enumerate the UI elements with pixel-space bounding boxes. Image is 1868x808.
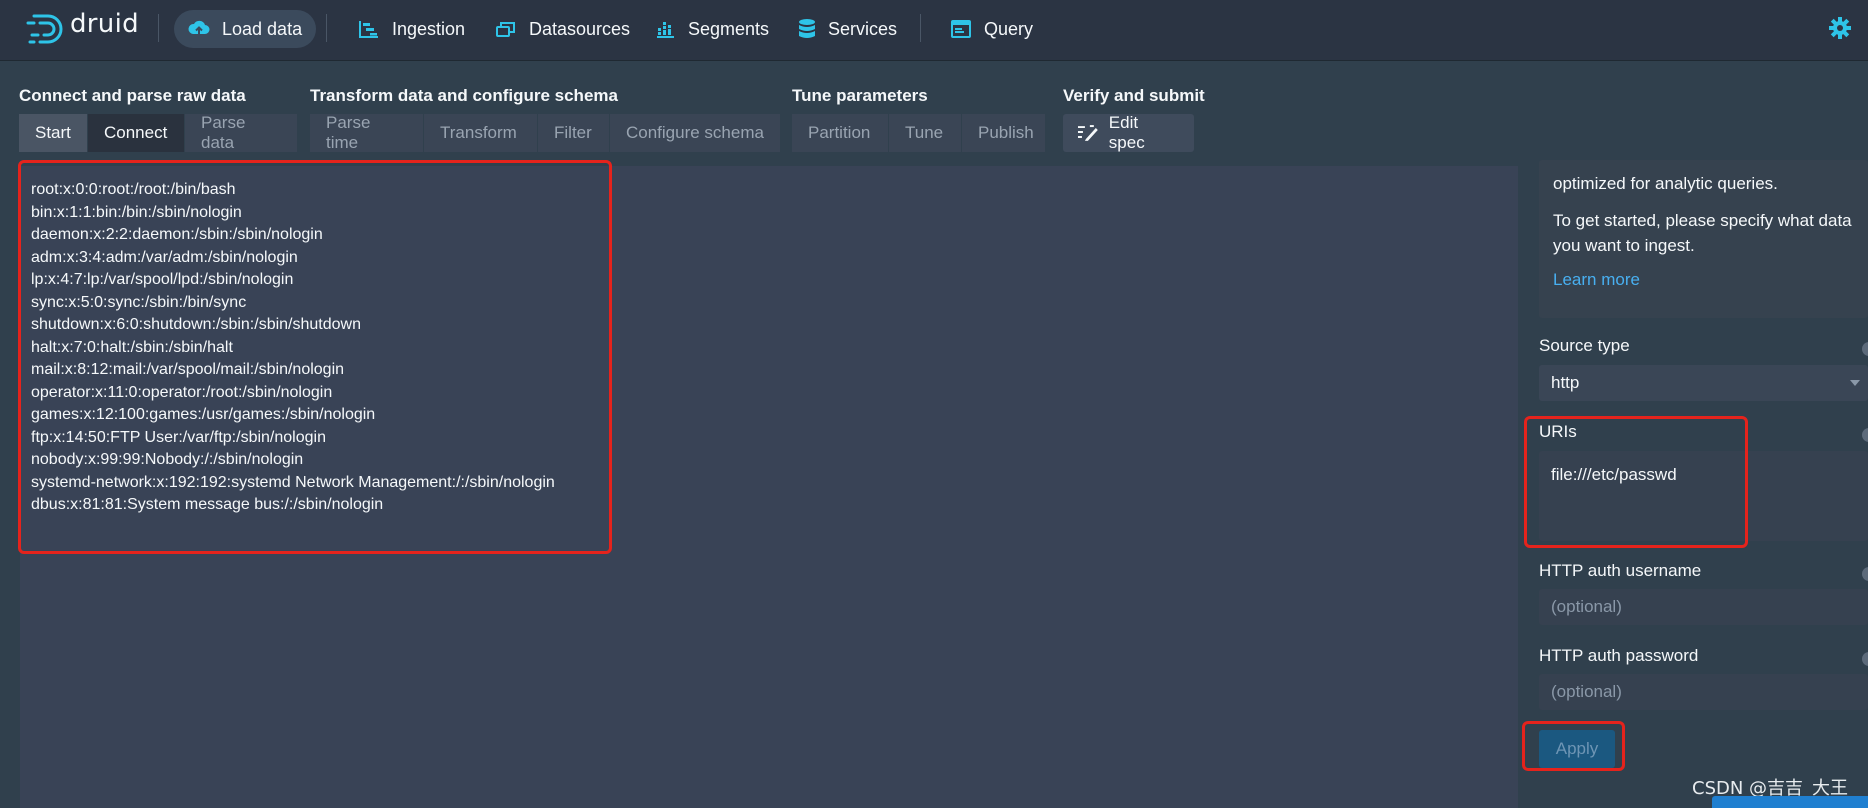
source-type-value: http	[1551, 373, 1580, 392]
info-text-1: optimized for analytic queries.	[1553, 174, 1778, 193]
tab-parse-time[interactable]: Parse time	[310, 113, 423, 152]
learn-more-link[interactable]: Learn more	[1553, 270, 1640, 290]
step-tabs-connect: Start Connect Parse data	[19, 113, 297, 152]
tab-configure-schema[interactable]: Configure schema	[610, 114, 780, 152]
step-tabs-transform: Parse time Transform Filter Configure sc…	[310, 113, 780, 152]
nav-divider	[158, 14, 159, 42]
nav-ingestion[interactable]: Ingestion	[344, 10, 479, 48]
nav-segments-label: Segments	[688, 18, 770, 39]
edit-spec-icon	[1077, 125, 1098, 141]
database-icon	[799, 19, 815, 38]
tab-publish[interactable]: Publish	[962, 114, 1045, 152]
chevron-down-icon	[1850, 380, 1860, 386]
highlight-box-uris	[1524, 416, 1748, 548]
step-tabs-tune: Partition Tune Publish	[792, 114, 1045, 152]
edit-spec-label: Edit spec	[1108, 113, 1145, 152]
source-type-label: Source type	[1539, 336, 1630, 355]
step-group-title-transform: Transform data and configure schema	[310, 86, 618, 105]
nav-services-label: Services	[828, 18, 898, 39]
nav-load-data[interactable]: Load data	[174, 10, 317, 48]
http-auth-password-input[interactable]: (optional)	[1539, 674, 1868, 710]
info-text-2: To get started, please specify what data…	[1553, 211, 1852, 255]
nav-load-data-label: Load data	[222, 18, 303, 39]
tab-filter[interactable]: Filter	[538, 114, 609, 152]
application-icon	[951, 20, 971, 38]
http-auth-username-input[interactable]: (optional)	[1539, 589, 1868, 625]
nav-ingestion-label: Ingestion	[392, 18, 466, 39]
logo-text[interactable]: druid	[70, 9, 139, 39]
cog-icon[interactable]	[1828, 16, 1852, 40]
http-auth-password-label: HTTP auth password	[1539, 646, 1699, 665]
stacked-chart-icon	[657, 22, 674, 38]
nav-divider	[920, 14, 921, 42]
nav-divider	[326, 14, 327, 42]
step-tabs-verify: Edit spec	[1063, 113, 1194, 152]
nav-services[interactable]: Services	[784, 10, 911, 48]
tab-parse-data[interactable]: Parse data	[185, 113, 297, 152]
gantt-chart-icon	[359, 21, 378, 38]
source-type-select[interactable]: http	[1539, 365, 1868, 401]
step-group-title-verify: Verify and submit	[1063, 86, 1205, 105]
nav-query[interactable]: Query	[936, 10, 1047, 48]
tab-partition[interactable]: Partition	[792, 114, 888, 152]
step-group-title-connect: Connect and parse raw data	[19, 86, 246, 105]
cloud-upload-icon	[188, 20, 210, 36]
nav-query-label: Query	[984, 18, 1034, 39]
tab-tune[interactable]: Tune	[889, 114, 961, 152]
tab-connect[interactable]: Connect	[88, 114, 184, 152]
tab-start[interactable]: Start	[19, 114, 87, 152]
nav-datasources-label: Datasources	[529, 18, 631, 39]
tab-transform[interactable]: Transform	[424, 114, 537, 152]
http-auth-username-label: HTTP auth username	[1539, 561, 1702, 580]
top-navbar: druid Load data Ingestion Datasources Se…	[0, 0, 1868, 60]
nav-segments[interactable]: Segments	[642, 10, 783, 48]
edit-spec-button[interactable]: Edit spec	[1063, 113, 1194, 152]
multi-select-icon	[496, 22, 515, 37]
next-step-button-edge[interactable]	[1712, 796, 1868, 808]
highlight-box-raw-data	[18, 160, 612, 554]
nav-datasources[interactable]: Datasources	[481, 10, 644, 48]
step-group-title-tune: Tune parameters	[792, 86, 928, 105]
highlight-box-apply	[1522, 721, 1625, 771]
